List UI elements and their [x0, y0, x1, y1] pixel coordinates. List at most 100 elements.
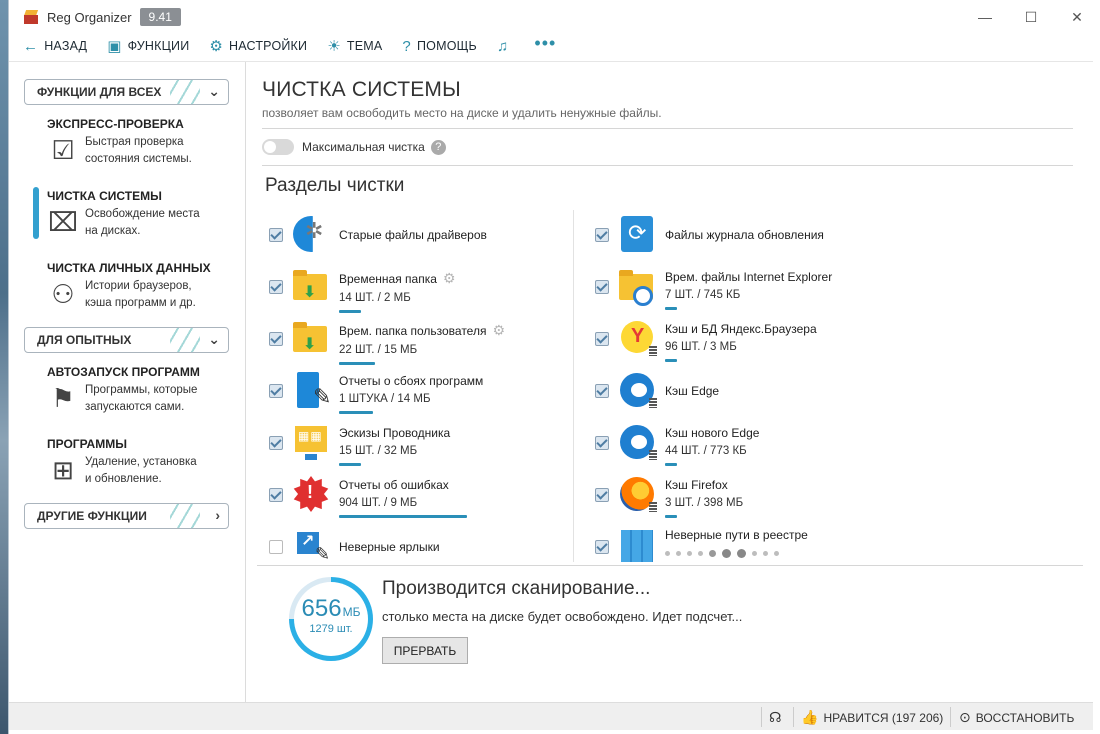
checkbox[interactable]: [269, 384, 283, 398]
restore-button[interactable]: ⊙ ВОССТАНОВИТЬ: [959, 709, 1074, 726]
cleanup-item-name: Старые файлы драйверов: [339, 228, 487, 242]
support-button[interactable]: ☊: [769, 709, 781, 726]
checkbox[interactable]: [269, 332, 283, 346]
toolbox-icon: ▣: [107, 37, 122, 55]
bell-icon: ♫: [496, 37, 509, 55]
checkbox[interactable]: [595, 228, 609, 242]
sidebar-item-autostart[interactable]: АВТОЗАПУСК ПРОГРАММ ⚑ Программы, которые…: [47, 365, 237, 416]
sidebar-item-programs[interactable]: ПРОГРАММЫ ⊞ Удаление, установка и обновле…: [47, 437, 237, 488]
functions-button[interactable]: ▣ ФУНКЦИИ: [107, 39, 189, 54]
cleanup-item-edge-cache[interactable]: Кэш Edge: [595, 370, 719, 410]
cleanup-item-yandex-cache[interactable]: Кэш и БД Яндекс.Браузера 96 ШТ. / 3 МБ: [595, 318, 817, 362]
gear-icon[interactable]: ⚙: [443, 270, 456, 287]
cleanup-item-old-drivers[interactable]: ✲ Старые файлы драйверов: [269, 214, 487, 254]
cleanup-item-name: Врем. папка пользователя: [339, 323, 487, 338]
sidebar-item-title: ЧИСТКА ЛИЧНЫХ ДАННЫХ: [47, 261, 211, 275]
checkbox[interactable]: [269, 488, 283, 502]
progress-dots: [665, 549, 785, 558]
status-bar: ☊ 👍 НРАВИТСЯ (197 206) ⊙ ВОССТАНОВИТЬ: [9, 702, 1093, 730]
settings-button[interactable]: ⚙ НАСТРОЙКИ: [209, 39, 307, 54]
cleanup-item-broken-shortcuts[interactable]: ✎ Неверные ярлыки: [269, 526, 440, 566]
cleanup-item-name: Кэш и БД Яндекс.Браузера: [665, 322, 817, 336]
checkbox[interactable]: [269, 436, 283, 450]
sidebar: ФУНКЦИИ ДЛЯ ВСЕХ ⌄ ЭКСПРЕСС-ПРОВЕРКА ☑ Б…: [9, 62, 246, 703]
checkbox[interactable]: [595, 488, 609, 502]
checkbox[interactable]: [595, 540, 609, 554]
cleanup-item-name: Кэш Edge: [665, 384, 720, 398]
cleanup-item-value: 7 ШТ. / 745 КБ: [665, 289, 741, 301]
page-subtitle: позволяет вам освободить место на диске …: [262, 106, 662, 120]
cleanup-item-ie-temp[interactable]: Врем. файлы Internet Explorer 7 ШТ. / 74…: [595, 266, 832, 310]
scan-title: Производится сканирование...: [382, 578, 651, 599]
back-button[interactable]: ← НАЗАД: [23, 39, 87, 54]
divider: [257, 565, 1083, 566]
size-bar: [339, 362, 375, 365]
sidebar-item-title: ПРОГРАММЫ: [47, 437, 127, 451]
cleanup-item-registry-paths[interactable]: Неверные пути в реестре: [595, 526, 808, 566]
size-bar: [665, 359, 677, 362]
cleanup-item-value: 14 ШТ. / 2 МБ: [339, 292, 411, 304]
checkbox[interactable]: [595, 436, 609, 450]
cleanup-item-thumbnails[interactable]: Эскизы Проводника 15 ШТ. / 32 МБ: [269, 422, 450, 466]
scan-progress-ring: 656 МБ 1279 шт.: [289, 577, 373, 661]
sidebar-item-desc: Истории браузеров, кэша программ и др.: [85, 280, 196, 309]
divider: [262, 128, 1073, 129]
cleanup-item-update-logs[interactable]: Файлы журнала обновления: [595, 214, 824, 254]
folder-user-icon: ⬇: [291, 318, 331, 358]
maximize-button[interactable]: ☐: [1008, 0, 1054, 34]
like-button[interactable]: 👍 НРАВИТСЯ (197 206): [801, 709, 943, 726]
arrow-left-icon: ←: [23, 37, 39, 55]
scan-count: 1279 шт.: [309, 623, 353, 635]
scan-unit: МБ: [342, 605, 361, 619]
max-clean-toggle[interactable]: [262, 139, 294, 155]
sidebar-item-system-cleanup[interactable]: ЧИСТКА СИСТЕМЫ ⌧ Освобождение места на ди…: [47, 189, 237, 240]
lightbulb-icon: ☀: [327, 37, 341, 55]
section-header-all[interactable]: ФУНКЦИИ ДЛЯ ВСЕХ ⌄: [24, 79, 229, 105]
cleanup-item-name: Отчеты о сбоях программ: [339, 374, 484, 388]
cleanup-item-firefox-cache[interactable]: Кэш Firefox 3 ШТ. / 398 МБ: [595, 474, 743, 518]
sidebar-item-express-check[interactable]: ЭКСПРЕСС-ПРОВЕРКА ☑ Быстрая проверка сост…: [47, 117, 237, 168]
stop-button[interactable]: ПРЕРВАТЬ: [382, 637, 468, 664]
title-bar: Reg Organizer 9.41 — ☐ ✕: [9, 0, 1100, 34]
section-header-other[interactable]: ДРУГИЕ ФУНКЦИИ ›: [24, 503, 229, 529]
driver-web-icon: ✲: [291, 214, 331, 254]
help-label: ПОМОЩЬ: [416, 39, 477, 53]
checkbox[interactable]: [595, 280, 609, 294]
sidebar-item-desc: Удаление, установка и обновление.: [85, 456, 197, 485]
version-badge: 9.41: [139, 8, 181, 26]
cleanup-item-crash-reports[interactable]: ✎ Отчеты о сбоях программ 1 ШТУКА / 14 М…: [269, 370, 483, 414]
section-header-advanced-label: ДЛЯ ОПЫТНЫХ: [37, 333, 132, 347]
cleanup-item-value: 22 ШТ. / 15 МБ: [339, 344, 418, 356]
gear-icon[interactable]: ⚙: [492, 322, 505, 339]
checkbox[interactable]: [595, 332, 609, 346]
autostart-icon: ⚑: [51, 383, 75, 413]
size-bar: [339, 515, 467, 518]
checkbox[interactable]: [269, 280, 283, 294]
checkbox[interactable]: [269, 540, 283, 554]
checkbox[interactable]: [595, 384, 609, 398]
minimize-button[interactable]: —: [962, 0, 1008, 34]
size-bar: [665, 307, 677, 310]
section-header-advanced[interactable]: ДЛЯ ОПЫТНЫХ ⌄: [24, 327, 229, 353]
error-icon: !: [291, 474, 331, 514]
checkbox[interactable]: [269, 228, 283, 242]
more-button[interactable]: •••: [534, 33, 556, 54]
cleanup-item-temp-folder[interactable]: ⬇ Временная папка ⚙ 14 ШТ. / 2 МБ: [269, 266, 455, 313]
firefox-icon: [617, 474, 657, 514]
size-bar: [665, 463, 677, 466]
check-icon: ☑: [51, 135, 75, 165]
help-icon[interactable]: ?: [430, 139, 446, 155]
privacy-icon: ⚇: [51, 279, 75, 309]
theme-button[interactable]: ☀ ТЕМА: [327, 39, 382, 54]
sidebar-item-privacy-cleanup[interactable]: ЧИСТКА ЛИЧНЫХ ДАННЫХ ⚇ Истории браузеров…: [47, 261, 237, 312]
desktop-background: [0, 0, 8, 734]
size-bar: [665, 515, 677, 518]
cleanup-item-error-reports[interactable]: ! Отчеты об ошибках 904 ШТ. / 9 МБ: [269, 474, 467, 518]
cleanup-item-user-temp[interactable]: ⬇ Врем. папка пользователя ⚙ 22 ШТ. / 15 …: [269, 318, 505, 365]
notifications-button[interactable]: ♫: [497, 39, 514, 54]
sidebar-item-desc: Программы, которые запускаются сами.: [85, 384, 198, 413]
cleanup-item-new-edge-cache[interactable]: Кэш нового Edge 44 ШТ. / 773 КБ: [595, 422, 759, 466]
help-button[interactable]: ? ПОМОЩЬ: [402, 39, 477, 54]
cleanup-item-name: Временная папка: [339, 271, 437, 286]
close-button[interactable]: ✕: [1054, 0, 1100, 34]
